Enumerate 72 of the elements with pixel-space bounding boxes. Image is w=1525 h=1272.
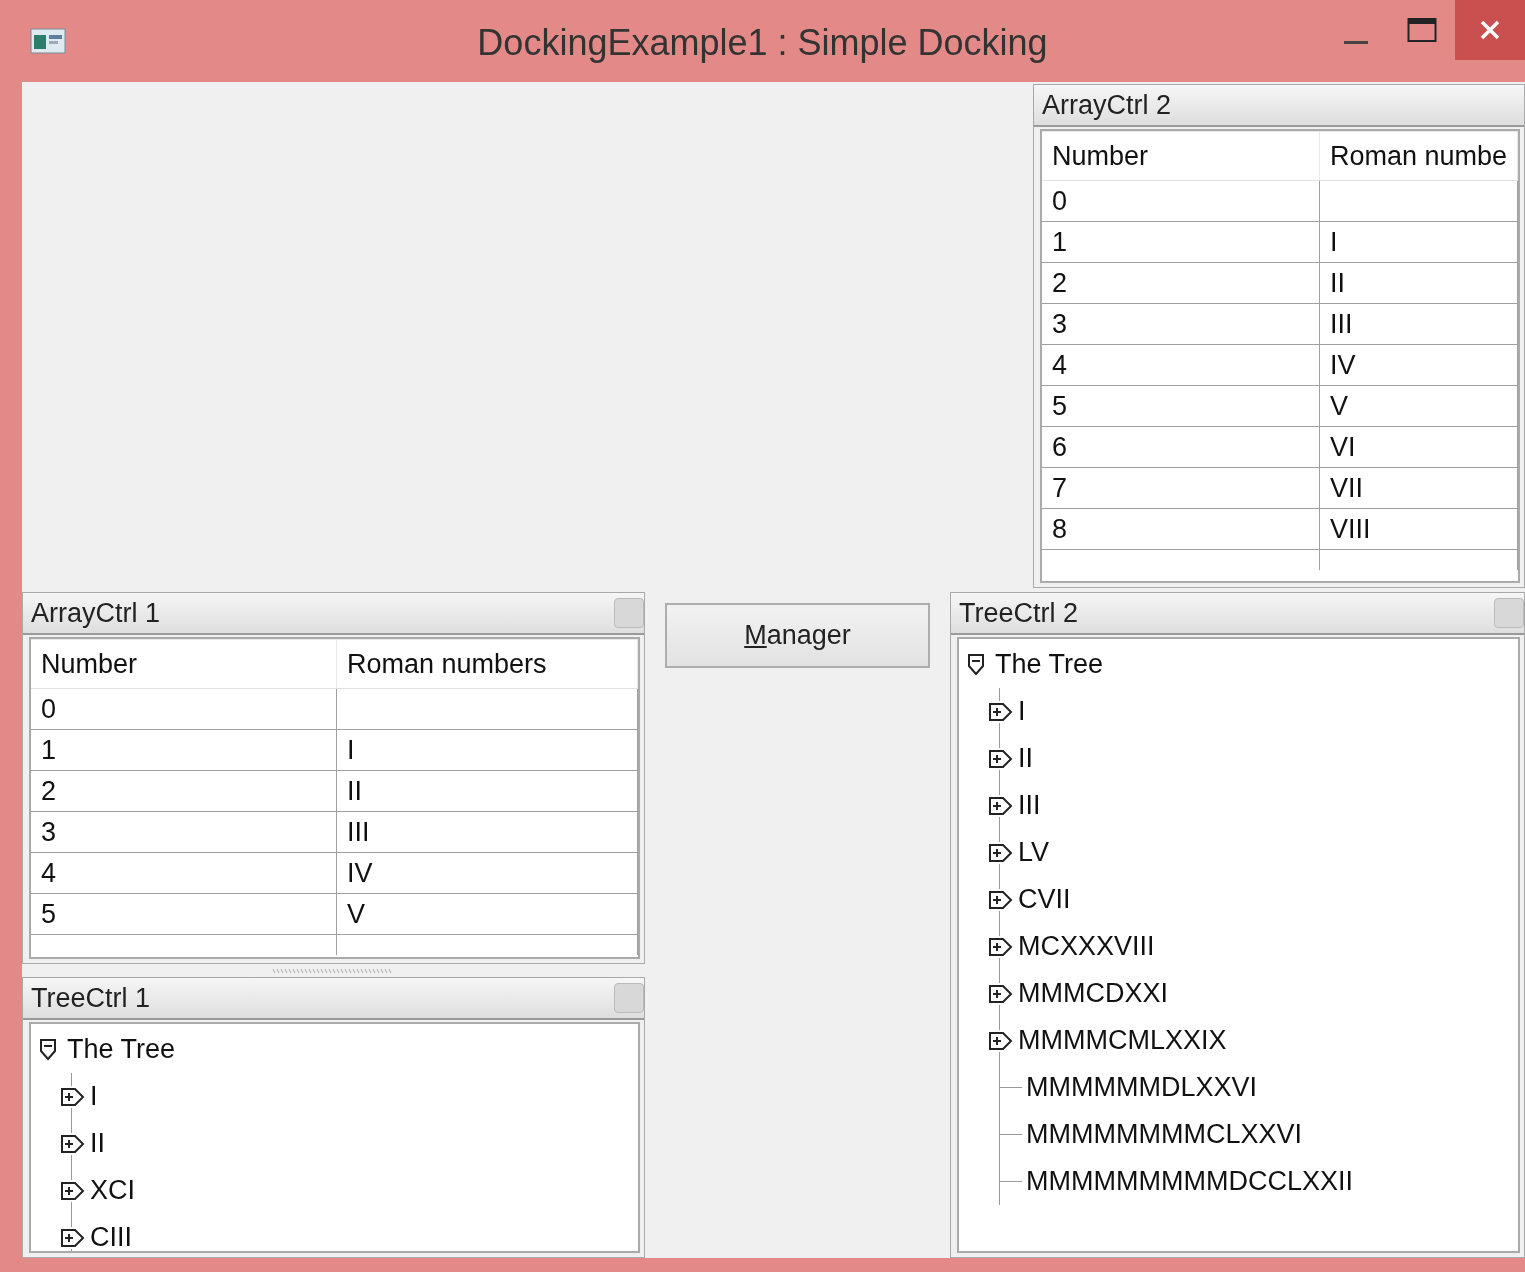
expand-icon[interactable] [60, 1226, 86, 1249]
tree-item[interactable]: I [90, 1081, 98, 1112]
table-cell: 4 [1042, 344, 1320, 386]
table-cell: IV [336, 852, 638, 894]
table-cell: VII [1319, 467, 1518, 509]
table-cell: IV [1319, 344, 1518, 386]
column-header[interactable]: Roman numbe [1319, 131, 1518, 181]
tree-item[interactable]: MCXXXVIII [1018, 931, 1155, 962]
manager-button[interactable]: Manager [665, 603, 930, 668]
column-header[interactable]: Number [1042, 131, 1320, 181]
tree-item[interactable]: I [1018, 696, 1026, 727]
tree-item[interactable]: III [1018, 790, 1041, 821]
panel-title: TreeCtrl 2 [959, 597, 1079, 629]
table-cell: 5 [31, 893, 337, 935]
table-cell: 3 [31, 811, 337, 853]
table-cell: 7 [1042, 467, 1320, 509]
column-header[interactable]: Roman numbers [336, 639, 638, 689]
table-cell: 0 [31, 688, 337, 730]
table-cell: 1 [1042, 221, 1320, 263]
table-cell: II [336, 770, 638, 812]
expand-icon[interactable] [988, 1029, 1014, 1052]
table-cell: 2 [1042, 262, 1320, 304]
expand-icon[interactable] [988, 888, 1014, 911]
tree-item[interactable]: The Tree [67, 1034, 176, 1065]
tree-item[interactable]: II [1018, 743, 1033, 774]
table-cell: 5 [1042, 385, 1320, 427]
table-cell: 8 [1042, 508, 1320, 550]
table-cell: I [336, 729, 638, 771]
table-cell: 0 [1042, 180, 1320, 222]
table-cell: 2 [31, 770, 337, 812]
table-cell: III [1319, 303, 1518, 345]
expand-icon[interactable] [60, 1179, 86, 1202]
expand-icon[interactable] [60, 1132, 86, 1155]
expand-icon[interactable] [988, 747, 1014, 770]
minimize-icon [1343, 40, 1369, 44]
app-icon [30, 27, 66, 55]
tree-item[interactable]: CVII [1018, 884, 1071, 915]
panel-title: ArrayCtrl 1 [31, 597, 160, 629]
table-cell: I [1319, 221, 1518, 263]
panel-title: TreeCtrl 1 [31, 982, 151, 1014]
table-cell: 4 [31, 852, 337, 894]
panel-title: ArrayCtrl 2 [1042, 89, 1171, 121]
expand-icon[interactable] [988, 982, 1014, 1005]
table-cell: 1 [31, 729, 337, 771]
expand-icon[interactable] [988, 700, 1014, 723]
tree-item[interactable]: II [90, 1128, 105, 1159]
close-icon [1479, 19, 1501, 41]
tree-item[interactable]: MMMMMMMMCLXXVI [1026, 1119, 1302, 1150]
table-cell: 3 [1042, 303, 1320, 345]
table-cell: III [336, 811, 638, 853]
table-cell: 6 [1042, 426, 1320, 468]
tree-item[interactable]: MMMMCMLXXIX [1018, 1025, 1227, 1056]
maximize-icon [1407, 17, 1437, 43]
table-cell: II [1319, 262, 1518, 304]
tree-item[interactable]: CIII [90, 1222, 132, 1251]
expand-icon[interactable] [988, 794, 1014, 817]
column-header[interactable]: Number [31, 639, 337, 689]
expand-icon[interactable] [60, 1085, 86, 1108]
window-title: DockingExample1 : Simple Docking [477, 22, 1048, 63]
tree-item[interactable]: MMMMMMDLXXVI [1026, 1072, 1257, 1103]
table-cell: VIII [1319, 508, 1518, 550]
tree-item[interactable]: XCI [90, 1175, 135, 1206]
table-cell: V [336, 893, 638, 935]
close-button[interactable] [1455, 0, 1525, 60]
tree-item[interactable]: MMMMMMMMMDCCLXXII [1026, 1166, 1353, 1197]
tree-item[interactable]: MMMCDXXI [1018, 978, 1168, 1009]
table-cell: VI [1319, 426, 1518, 468]
expand-icon[interactable] [988, 935, 1014, 958]
table-cell: V [1319, 385, 1518, 427]
expand-icon[interactable] [988, 841, 1014, 864]
tree-item[interactable]: LV [1018, 837, 1050, 868]
tree-item[interactable]: The Tree [995, 649, 1104, 680]
